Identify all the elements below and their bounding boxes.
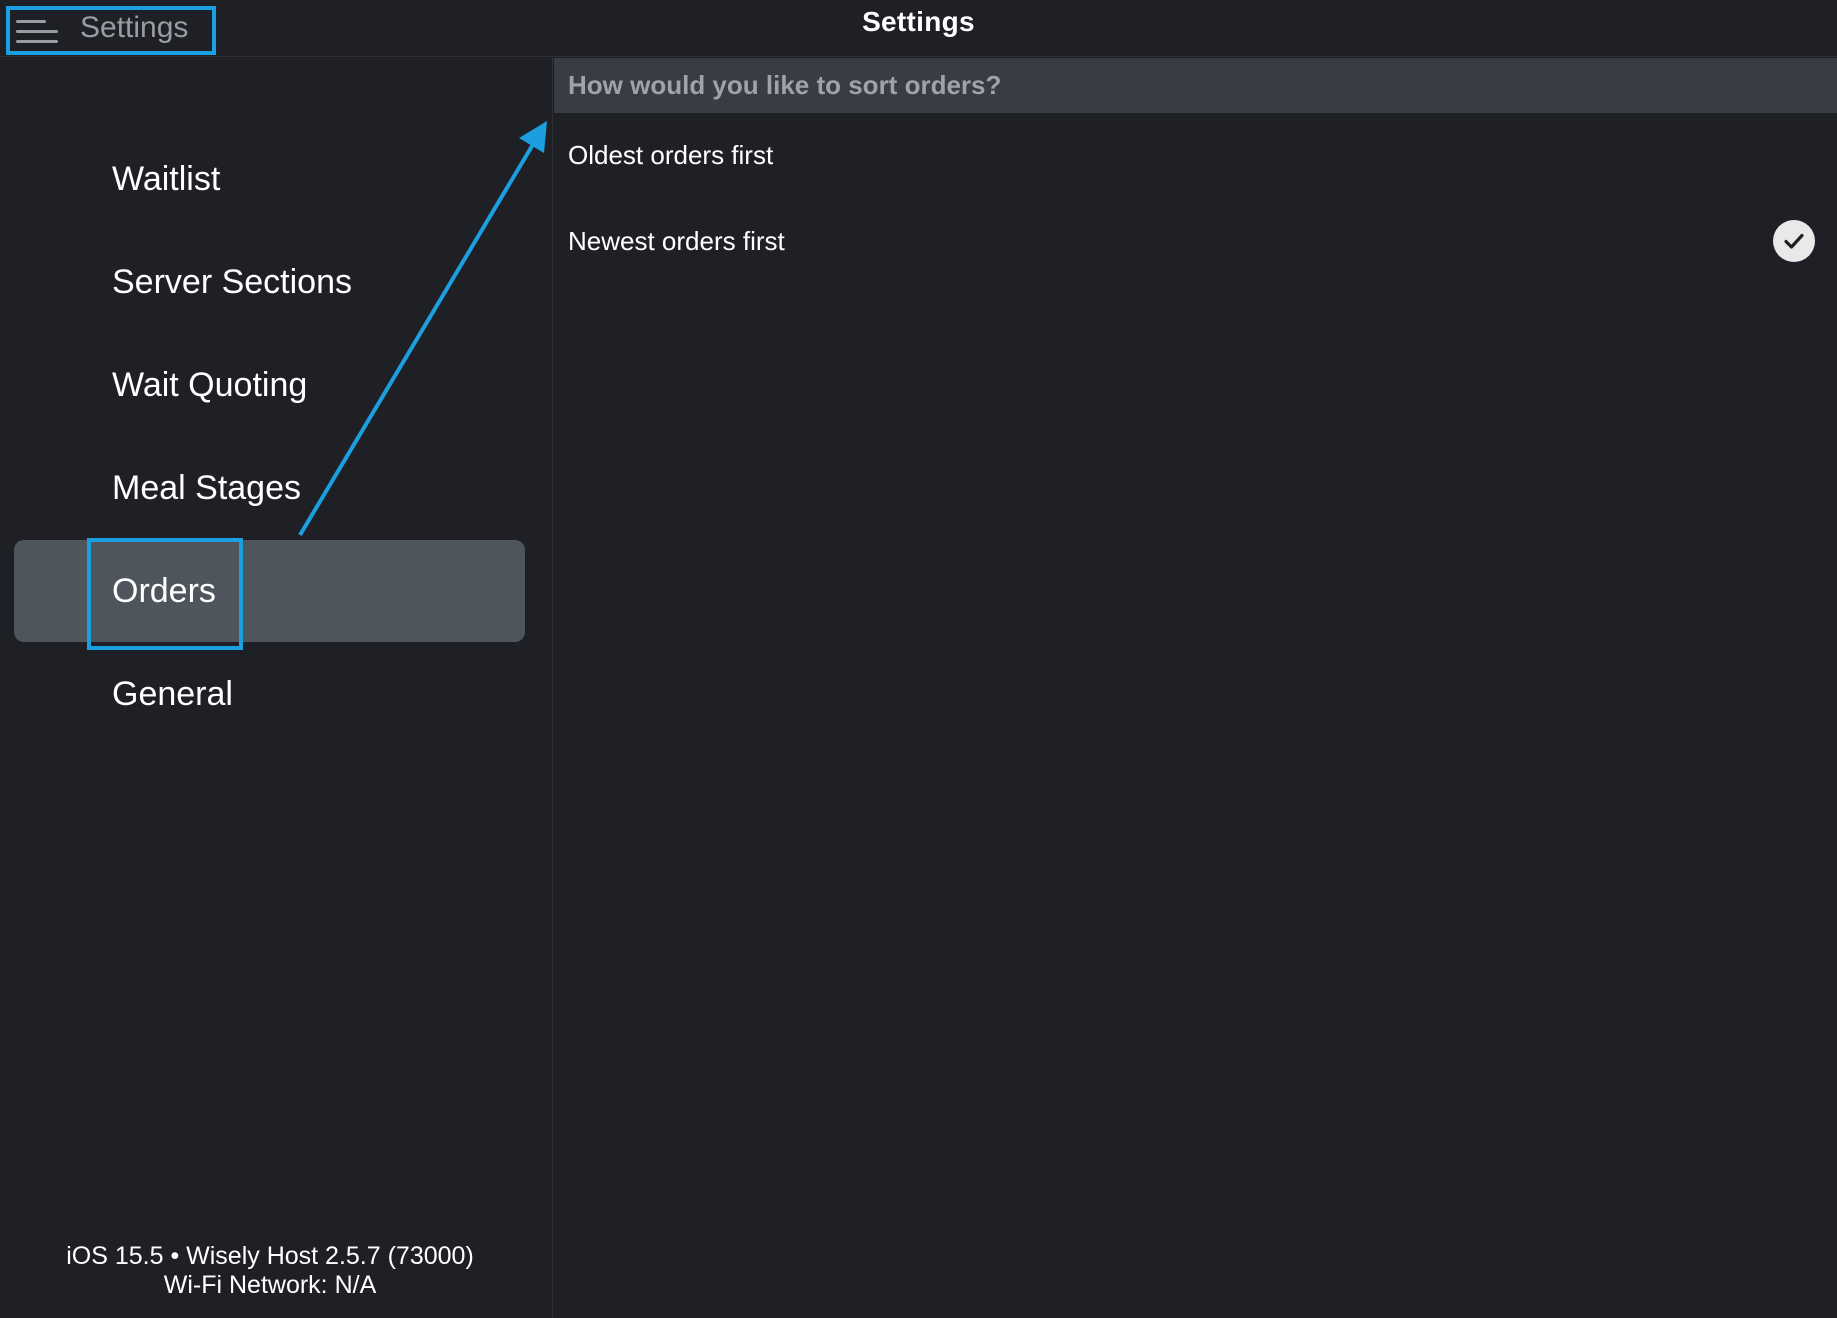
page-title: Settings <box>862 6 975 37</box>
version-footer: iOS 15.5 • Wisely Host 2.5.7 (73000) Wi-… <box>0 1242 540 1300</box>
option-oldest-first[interactable]: Oldest orders first <box>554 115 1837 195</box>
sidebar-item-waitlist[interactable]: Waitlist <box>14 128 525 230</box>
option-label: Oldest orders first <box>568 139 774 170</box>
sidebar-item-meal-stages[interactable]: Meal Stages <box>14 437 525 539</box>
section-header: How would you like to sort orders? <box>554 58 1837 113</box>
network-info: Wi-Fi Network: N/A <box>163 1271 377 1299</box>
app-window: Settings Settings Waitlist Server Sectio… <box>0 0 1837 1318</box>
main-panel: How would you like to sort orders? Oldes… <box>554 58 1837 1318</box>
sidebar-item-server-sections[interactable]: Server Sections <box>14 231 525 333</box>
top-bar: Settings Settings <box>0 0 1837 57</box>
sidebar-item-wait-quoting[interactable]: Wait Quoting <box>14 334 525 436</box>
option-label: Newest orders first <box>568 225 785 256</box>
sidebar-item-orders[interactable]: Orders <box>14 540 525 642</box>
option-newest-first[interactable]: Newest orders first <box>554 201 1837 281</box>
checkmark-icon <box>1773 220 1815 262</box>
sidebar: Waitlist Server Sections Wait Quoting Me… <box>0 58 553 1318</box>
version-info: iOS 15.5 • Wisely Host 2.5.7 (73000) <box>66 1242 474 1270</box>
sidebar-item-general[interactable]: General <box>14 643 525 745</box>
